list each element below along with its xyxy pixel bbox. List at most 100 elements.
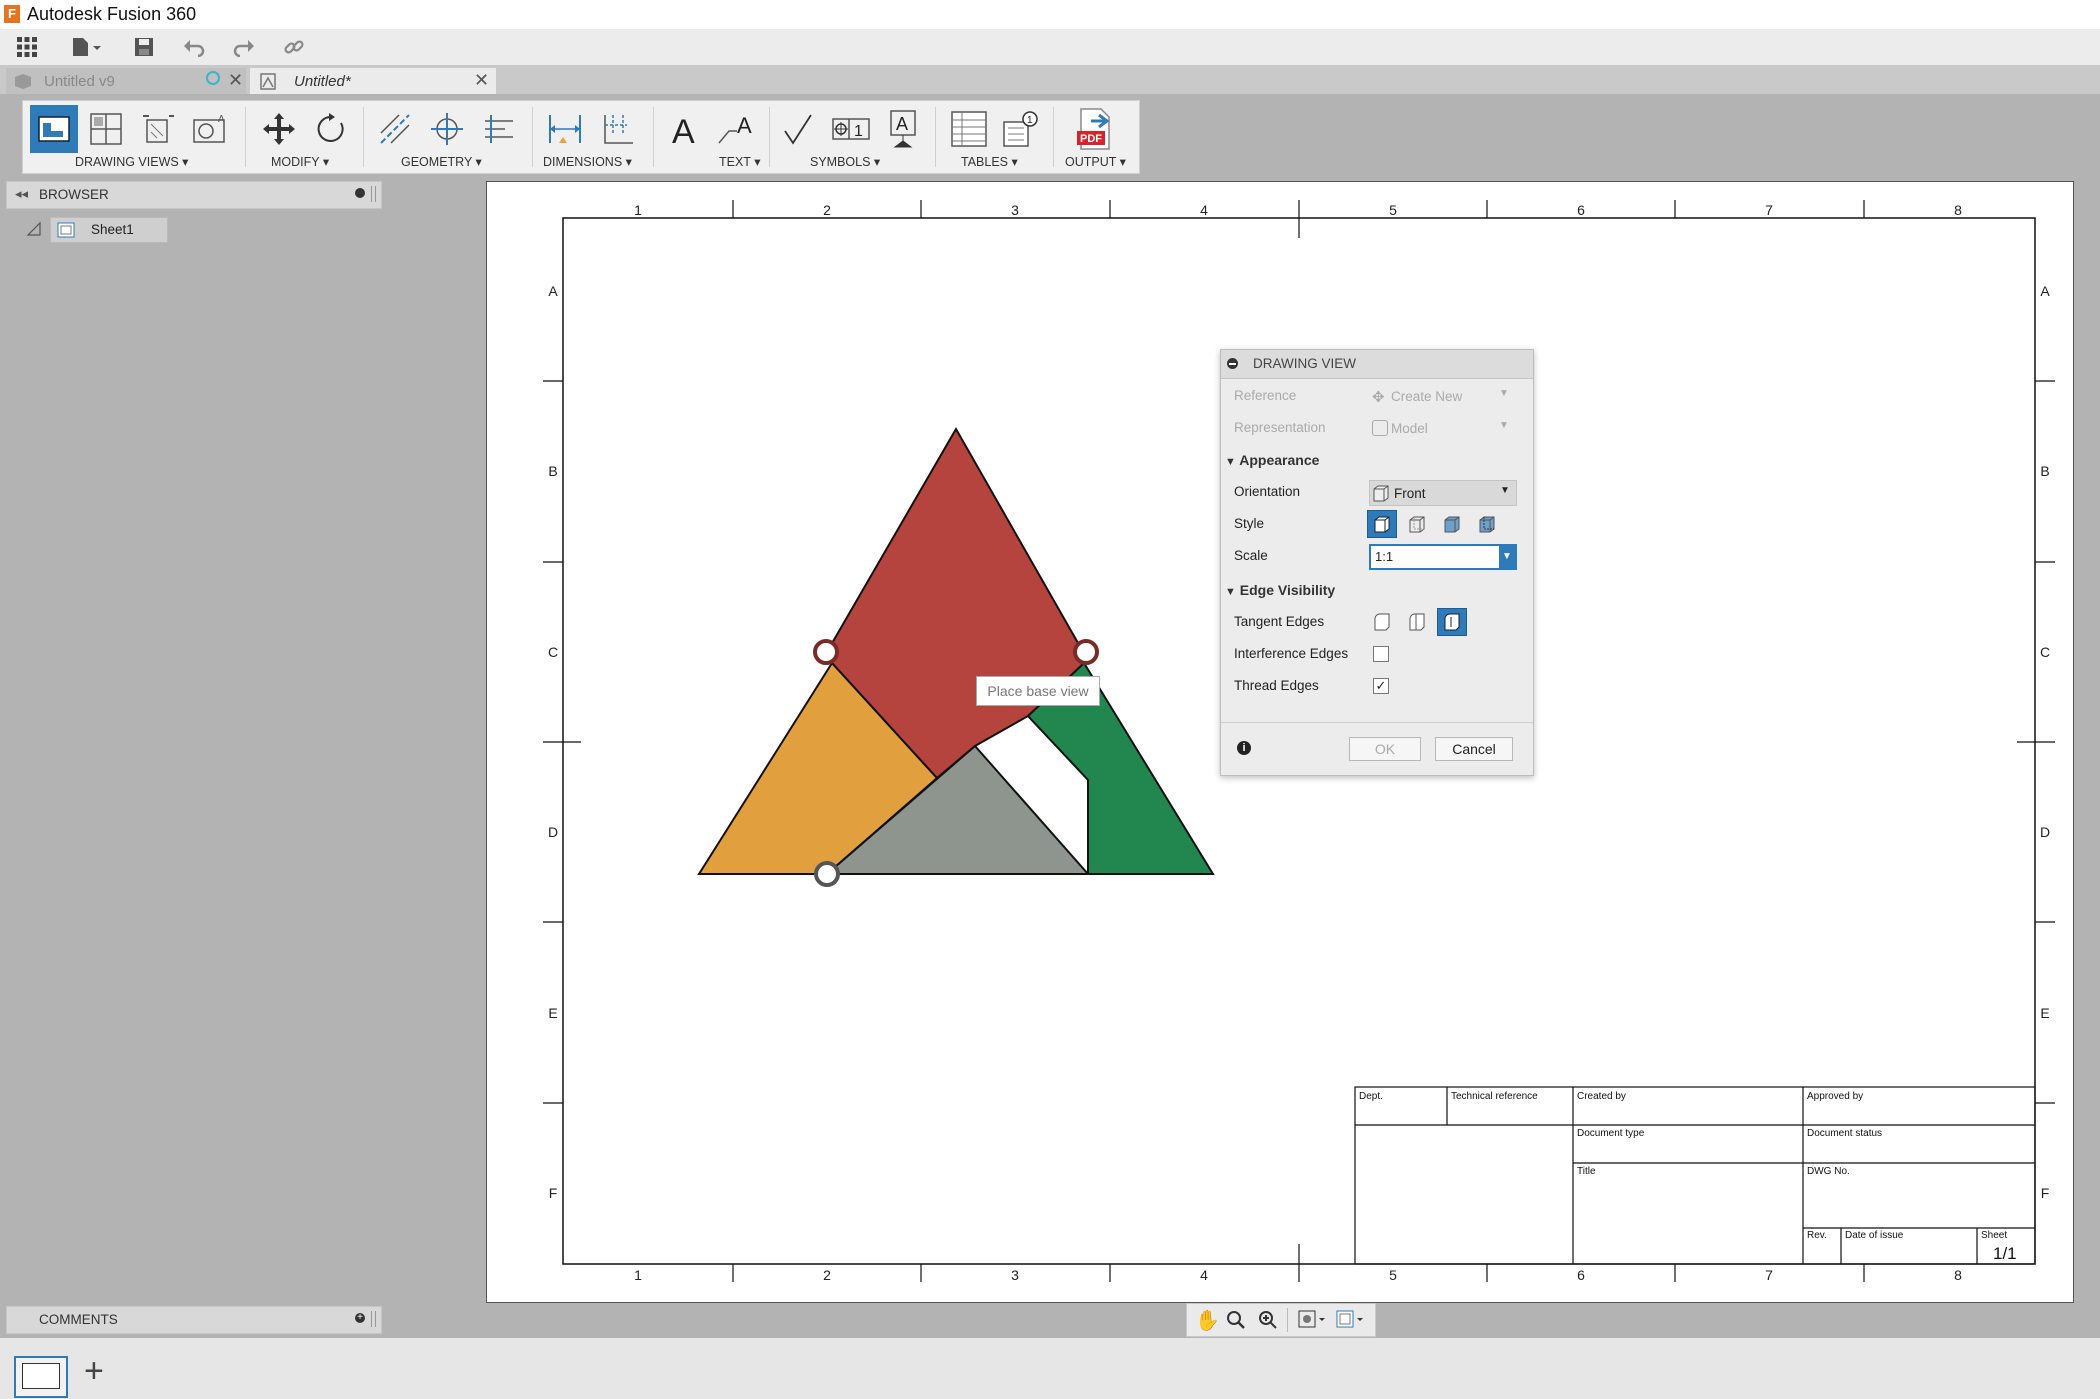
sheet-settings-icon[interactable] [1335,1309,1365,1331]
style-shaded-button[interactable] [1437,510,1467,538]
toolbar-separator [1053,107,1054,167]
base-view-icon [38,116,70,142]
svg-text:A: A [672,113,695,147]
center-mark-button[interactable] [423,105,471,153]
detail-view-button[interactable]: A [186,105,234,153]
display-settings-icon[interactable] [1297,1309,1327,1331]
edge-visibility-section-header[interactable]: ▼ Edge Visibility [1225,582,1335,598]
feature-control-frame-button[interactable]: 1 [827,105,875,153]
panel-pin-icon[interactable] [355,188,365,198]
center-mark-pattern-button[interactable] [475,105,523,153]
symbols-group-label[interactable]: SYMBOLS ▾ [810,154,880,169]
expand-triangle-icon[interactable] [26,221,42,237]
apps-grid-icon[interactable] [12,33,42,61]
joint-circle [813,639,839,665]
balloon-button[interactable]: 1 [997,105,1045,153]
thread-edges-checkbox[interactable]: ✓ [1373,678,1389,694]
interference-edges-label: Interference Edges [1234,646,1349,661]
dialog-header[interactable]: DRAWING VIEW [1221,350,1533,379]
zone-col-label: 2 [823,202,831,218]
redo-icon[interactable] [228,33,260,61]
orientation-select[interactable]: Front ▼ [1369,480,1517,506]
file-menu-icon[interactable] [66,33,106,61]
undo-icon[interactable] [178,33,210,61]
modify-group-label[interactable]: MODIFY ▾ [271,154,329,169]
style-hidden-edges-button[interactable] [1402,510,1432,538]
text-group-label[interactable]: TEXT ▾ [719,154,760,169]
output-pdf-button[interactable]: PDF [1071,105,1119,153]
browser-panel-header[interactable]: ◂◂ BROWSER [6,181,382,209]
ok-button[interactable]: OK [1349,737,1421,761]
document-tab-bar: Untitled v9 ✕ Untitled* ✕ [0,66,2100,94]
text-button[interactable]: A [661,105,709,153]
link-icon[interactable] [278,33,310,61]
centerline-button[interactable] [371,105,419,153]
tables-group-label[interactable]: TABLES ▾ [961,154,1018,169]
style-visible-edges-button[interactable] [1367,510,1397,538]
section-view-button[interactable] [134,105,182,153]
detail-view-icon: A [193,114,225,143]
appearance-section-header[interactable]: ▼ Appearance [1225,452,1319,468]
reference-select: ✥ Create New ▼ [1369,384,1519,408]
add-sheet-icon[interactable]: + [84,1352,104,1391]
navigation-bar: ✋ [1186,1303,1376,1337]
comments-panel-header[interactable]: COMMENTS + [6,1306,382,1334]
representation-label: Representation [1234,420,1326,435]
geometry-group-label[interactable]: GEOMETRY ▾ [401,154,482,169]
tb-title: Title [1577,1166,1596,1177]
zone-row-label: A [548,283,558,299]
ordinate-dimension-button[interactable] [593,105,641,153]
tangent-edges-off-button[interactable] [1367,608,1397,636]
text-icon: A [672,113,695,147]
move-button[interactable] [255,105,303,153]
close-tab-icon[interactable]: ✕ [228,70,243,91]
cancel-button[interactable]: Cancel [1435,737,1513,761]
collapse-dialog-icon[interactable] [1227,358,1238,369]
dimension-button[interactable] [541,105,589,153]
pan-hand-icon[interactable]: ✋ [1195,1308,1220,1333]
tab-untitled-v9[interactable]: Untitled v9 ✕ [6,68,246,94]
close-tab-icon[interactable]: ✕ [474,70,489,91]
style-shaded-hidden-button[interactable] [1472,510,1502,538]
drawing-views-group-label[interactable]: DRAWING VIEWS ▾ [75,154,188,169]
panel-resize-handle[interactable] [371,186,376,202]
output-group-label[interactable]: OUTPUT ▾ [1065,154,1126,169]
collapse-panel-icon[interactable]: ◂◂ [15,186,28,202]
table-button[interactable] [945,105,993,153]
representation-row: Representation Model ▼ [1221,412,1533,444]
rotate-button[interactable] [307,105,355,153]
save-icon[interactable] [128,33,160,61]
svg-text:A: A [218,114,225,125]
svg-text:1: 1 [1027,115,1033,126]
projected-view-button[interactable] [82,105,130,153]
scale-dropdown-icon[interactable]: ▼ [1499,546,1515,568]
joint-circle [814,861,840,887]
tangent-edges-shortened-button[interactable] [1437,608,1467,636]
zoom-window-icon[interactable] [1225,1309,1247,1331]
tb-sheet-label: Sheet [1981,1230,2007,1241]
model-preview[interactable] [697,426,1215,887]
table-icon [951,111,987,147]
scale-combobox[interactable]: 1:1 ▼ [1369,544,1517,570]
surface-texture-button[interactable] [775,105,823,153]
hidden-edges-icon [1409,516,1425,533]
base-view-button[interactable] [30,105,78,153]
zone-col-label: 4 [1200,1267,1208,1283]
leader-text-button[interactable]: A [713,105,761,153]
sheet-thumbnail[interactable] [14,1356,68,1398]
panel-resize-handle[interactable] [371,1311,376,1327]
zone-row-label: F [549,1185,558,1201]
balloon-icon: 1 [1003,111,1038,147]
dimensions-group-label[interactable]: DIMENSIONS ▾ [543,154,632,169]
leader-text-icon: A [718,113,752,144]
interference-edges-checkbox[interactable] [1373,646,1389,662]
info-icon[interactable]: i [1237,741,1251,755]
browser-item-sheet1[interactable]: Sheet1 [24,217,168,243]
orientation-label: Orientation [1234,484,1301,499]
ordinate-icon [604,115,633,144]
zoom-icon[interactable] [1257,1309,1279,1331]
tab-untitled[interactable]: Untitled* ✕ [250,68,496,94]
tangent-edges-full-button[interactable] [1402,608,1432,636]
add-comment-icon[interactable]: + [355,1313,365,1323]
datum-identifier-button[interactable]: A [879,105,927,153]
